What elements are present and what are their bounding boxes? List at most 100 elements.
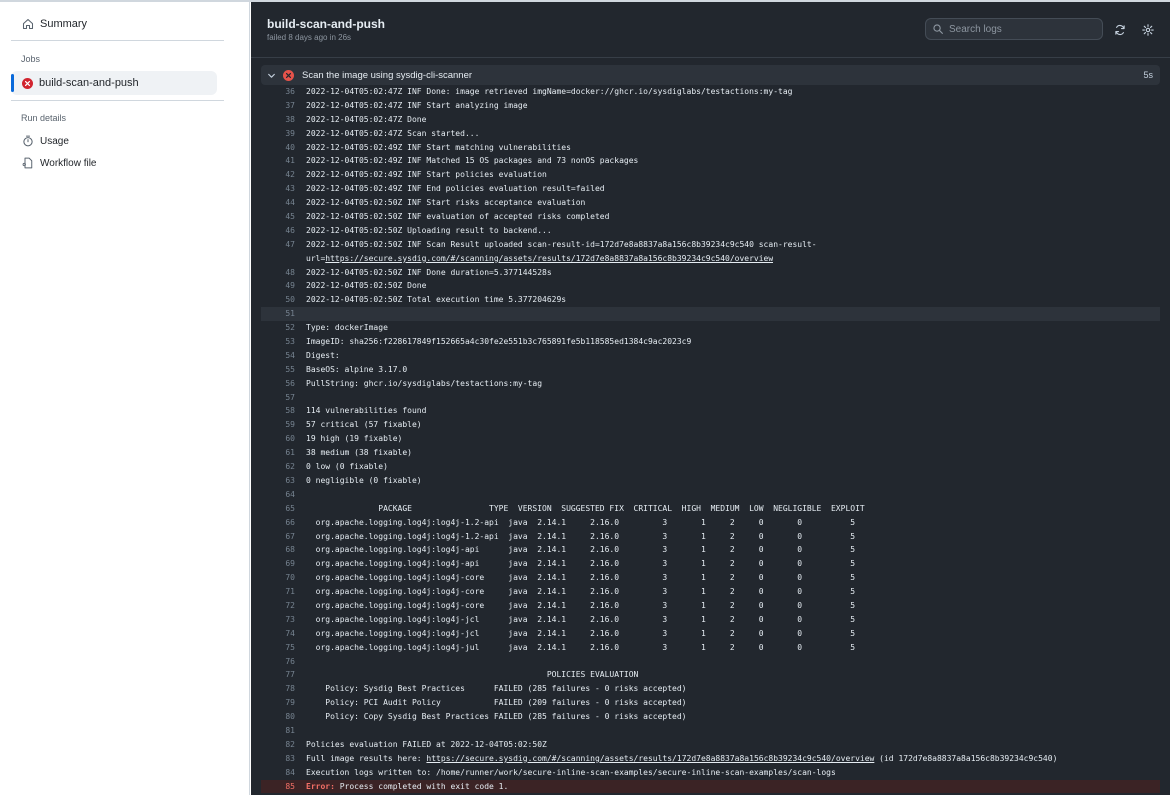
line-number[interactable]: 79	[261, 696, 295, 710]
line-number[interactable]: 55	[261, 363, 295, 377]
run-details-heading: Run details	[21, 113, 67, 123]
log-line: 43 2022-12-04T05:02:49Z INF End policies …	[261, 182, 1160, 196]
line-number[interactable]: 83	[261, 752, 295, 766]
log-text: ImageID: sha256:f228617849f152665a4c30fe…	[295, 335, 691, 349]
log-text-content: 38 medium (38 fixable)	[306, 448, 412, 458]
line-number[interactable]: 42	[261, 168, 295, 182]
line-number[interactable]: 63	[261, 474, 295, 488]
log-text: Digest:	[295, 349, 340, 363]
line-number[interactable]: 50	[261, 293, 295, 307]
line-number[interactable]: 40	[261, 141, 295, 155]
results-link[interactable]: https://secure.sysdig.com/#/scanning/ass…	[426, 754, 874, 763]
log-line: 64	[261, 488, 1160, 502]
refresh-button[interactable]	[1111, 21, 1129, 39]
log-line: 41 2022-12-04T05:02:49Z INF Matched 15 OS…	[261, 154, 1160, 168]
line-number[interactable]: 45	[261, 210, 295, 224]
sidebar-item-usage[interactable]: Usage	[11, 130, 224, 152]
log-text: 114 vulnerabilities found	[295, 404, 426, 418]
log-text-content: 2022-12-04T05:02:49Z INF End policies ev…	[306, 184, 605, 194]
log-line: 83 Full image results here: https://secur…	[261, 752, 1160, 766]
line-number[interactable]: 78	[261, 682, 295, 696]
line-number[interactable]: 64	[261, 488, 295, 502]
line-number[interactable]: 58	[261, 404, 295, 418]
log-line: 57	[261, 391, 1160, 405]
log-text: org.apache.logging.log4j:log4j-core java…	[295, 599, 855, 613]
line-number[interactable]: 43	[261, 182, 295, 196]
log-text-content: 2022-12-04T05:02:49Z INF Start matching …	[306, 142, 571, 152]
log-text: 2022-12-04T05:02:50Z INF Scan Result upl…	[295, 238, 817, 252]
line-number[interactable]: 53	[261, 335, 295, 349]
line-number[interactable]: 41	[261, 154, 295, 168]
line-number[interactable]: 67	[261, 530, 295, 544]
log-text: Policy: Sysdig Best Practices FAILED (28…	[295, 682, 686, 696]
line-number[interactable]: 66	[261, 516, 295, 530]
log-text-content: BaseOS: alpine 3.17.0	[306, 364, 408, 374]
log-text: Policy: Copy Sysdig Best Practices FAILE…	[295, 710, 687, 724]
log-text-content: org.apache.logging.log4j:log4j-jul java …	[306, 642, 856, 652]
line-number[interactable]: 71	[261, 585, 295, 599]
log-line: 46 2022-12-04T05:02:50Z Uploading result …	[261, 224, 1160, 238]
line-number[interactable]: 74	[261, 627, 295, 641]
log-text-content: Policy: Copy Sysdig Best Practices FAILE…	[306, 712, 687, 722]
line-number[interactable]: 38	[261, 113, 295, 127]
line-number[interactable]: 68	[261, 543, 295, 557]
log-output: 36 2022-12-04T05:02:47Z INF Done: image r…	[261, 85, 1160, 794]
line-number	[261, 252, 295, 266]
line-number[interactable]: 65	[261, 502, 295, 516]
line-number[interactable]: 52	[261, 321, 295, 335]
line-number[interactable]: 69	[261, 557, 295, 571]
log-text-content: org.apache.logging.log4j:log4j-core java…	[306, 600, 856, 610]
settings-button[interactable]	[1139, 21, 1157, 39]
log-text: 19 high (19 fixable)	[295, 432, 402, 446]
line-number[interactable]: 56	[261, 377, 295, 391]
search-logs-input[interactable]	[949, 23, 1099, 35]
log-text-content: 2022-12-04T05:02:47Z INF Start analyzing…	[306, 100, 528, 110]
log-line: 61 38 medium (38 fixable)	[261, 446, 1160, 460]
line-number[interactable]: 36	[261, 85, 295, 99]
sidebar-item-workflow-file[interactable]: Workflow file	[11, 152, 224, 174]
search-box[interactable]	[925, 18, 1103, 40]
line-number[interactable]: 61	[261, 446, 295, 460]
line-number[interactable]: 73	[261, 613, 295, 627]
log-text-content: org.apache.logging.log4j:log4j-api java …	[306, 545, 856, 555]
line-number[interactable]: 85	[261, 780, 295, 794]
line-number[interactable]: 76	[261, 655, 295, 669]
line-number[interactable]: 62	[261, 460, 295, 474]
line-number[interactable]: 37	[261, 99, 295, 113]
log-text: 57 critical (57 fixable)	[295, 418, 422, 432]
line-number[interactable]: 39	[261, 127, 295, 141]
log-text-content: 2022-12-04T05:02:50Z Done	[306, 281, 427, 291]
line-number[interactable]: 82	[261, 738, 295, 752]
line-number[interactable]: 80	[261, 710, 295, 724]
step-header[interactable]: Scan the image using sysdig-cli-scanner …	[261, 65, 1160, 85]
line-number[interactable]: 75	[261, 641, 295, 655]
line-number[interactable]: 72	[261, 599, 295, 613]
line-number[interactable]: 57	[261, 391, 295, 405]
line-number[interactable]: 70	[261, 571, 295, 585]
log-text: org.apache.logging.log4j:log4j-core java…	[295, 571, 855, 585]
line-number[interactable]: 59	[261, 418, 295, 432]
line-number[interactable]: 60	[261, 432, 295, 446]
line-number[interactable]: 47	[261, 238, 295, 252]
line-number[interactable]: 44	[261, 196, 295, 210]
log-text: org.apache.logging.log4j:log4j-core java…	[295, 585, 855, 599]
line-number[interactable]: 46	[261, 224, 295, 238]
results-link[interactable]: https://secure.sysdig.com/#/scanning/ass…	[325, 254, 773, 263]
log-text: 2022-12-04T05:02:50Z INF evaluation of a…	[295, 210, 609, 224]
log-text: 2022-12-04T05:02:49Z INF Start policies …	[295, 168, 547, 182]
line-number[interactable]: 81	[261, 724, 295, 738]
log-line: 75 org.apache.logging.log4j:log4j-jul ja…	[261, 641, 1160, 655]
sidebar-item-job[interactable]: build-scan-and-push	[11, 71, 217, 95]
line-number[interactable]: 84	[261, 766, 295, 780]
log-text-content: POLICIES EVALUATION	[306, 670, 639, 680]
line-number[interactable]: 49	[261, 279, 295, 293]
line-number[interactable]: 54	[261, 349, 295, 363]
line-number[interactable]: 77	[261, 668, 295, 682]
log-line: 47 2022-12-04T05:02:50Z INF Scan Result u…	[261, 238, 1160, 252]
log-line: 73 org.apache.logging.log4j:log4j-jcl ja…	[261, 613, 1160, 627]
log-text: 2022-12-04T05:02:50Z Total execution tim…	[295, 293, 566, 307]
line-number[interactable]: 51	[261, 307, 295, 321]
line-number[interactable]: 48	[261, 266, 295, 280]
sidebar-item-summary[interactable]: Summary	[11, 12, 224, 36]
